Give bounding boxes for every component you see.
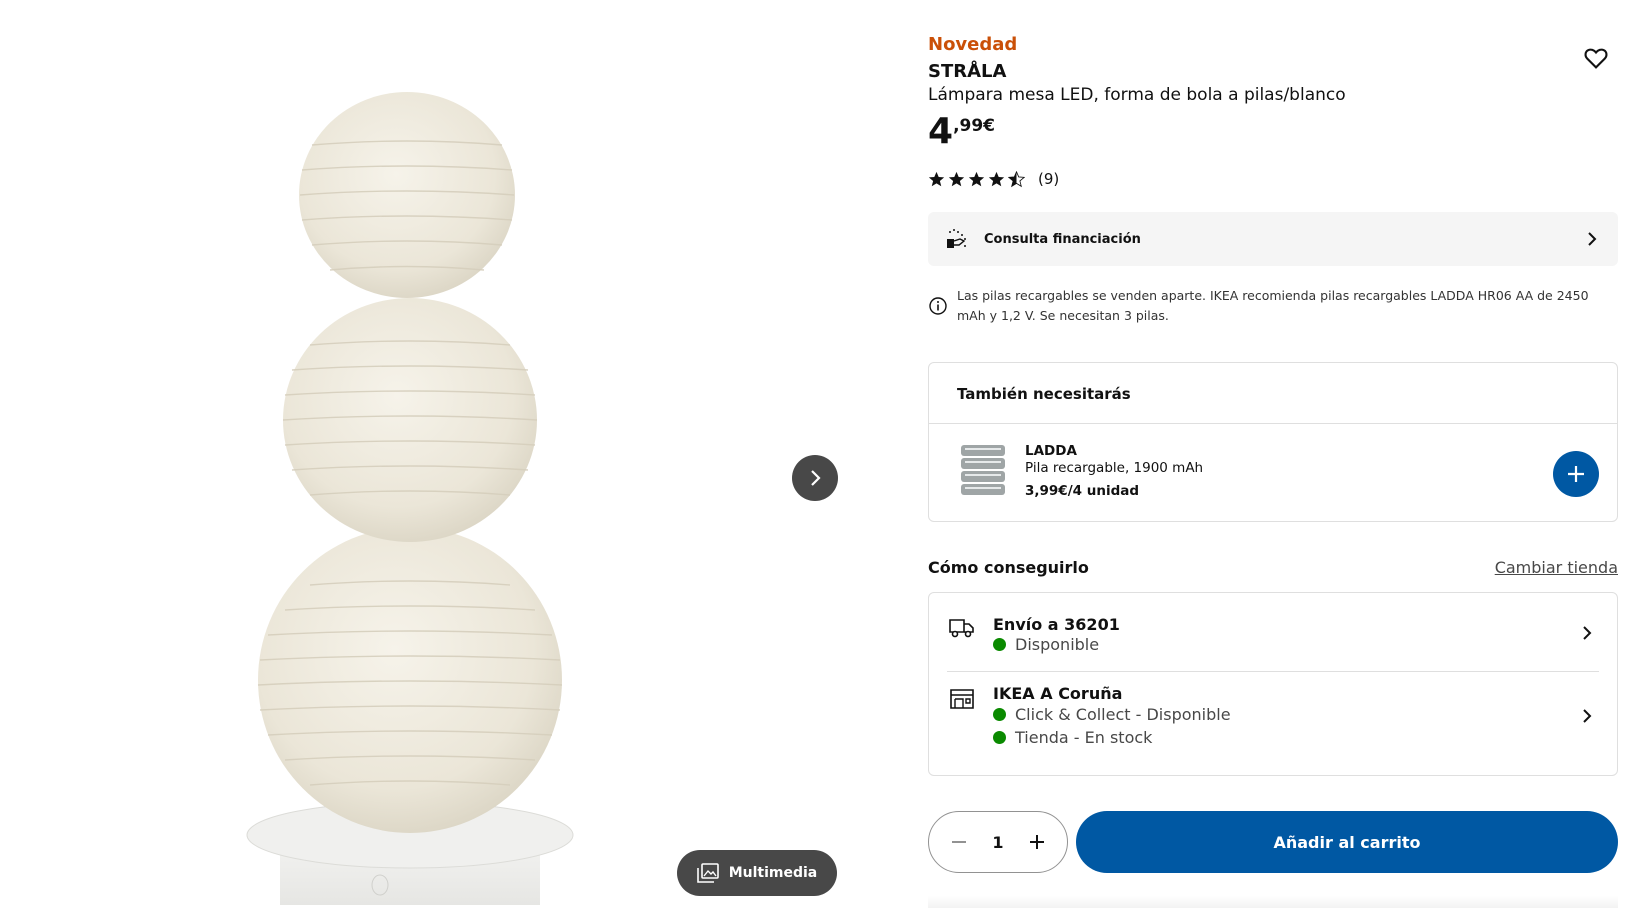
favourite-button[interactable] [1582, 44, 1610, 72]
accessory-price: 3,99€/4 unidad [1025, 483, 1140, 499]
in-store-text: Tienda - En stock [1015, 728, 1153, 747]
plus-icon[interactable] [1027, 832, 1047, 852]
review-count: (9) [1038, 170, 1060, 188]
available-dot [993, 731, 1006, 744]
add-accessory-button[interactable] [1553, 451, 1599, 497]
battery-product-image[interactable] [959, 443, 1007, 499]
financing-button[interactable]: Consulta financiación [928, 212, 1618, 266]
chevron-right-icon [1588, 232, 1597, 246]
shipping-option[interactable]: Envío a 36201 Disponible [929, 593, 1617, 671]
half-star-icon [1008, 170, 1025, 187]
product-image[interactable] [230, 45, 590, 905]
divider [929, 423, 1617, 424]
store-icon [950, 689, 974, 709]
chevron-right-icon [811, 470, 821, 486]
how-to-get-title: Cómo conseguirlo [928, 558, 1089, 577]
shipping-status: Disponible [993, 635, 1099, 654]
change-store-link[interactable]: Cambiar tienda [1495, 558, 1618, 577]
product-name[interactable]: STRÅLA [928, 61, 1006, 82]
store-title: IKEA A Coruña [993, 684, 1123, 703]
star-icon [948, 171, 965, 186]
also-need-card: También necesitarás LADDA Pila recargabl… [928, 362, 1618, 522]
info-icon [929, 297, 947, 315]
click-collect-status: Click & Collect - Disponible [993, 705, 1231, 724]
financing-label: Consulta financiación [984, 231, 1141, 247]
star-icon [928, 171, 945, 186]
quantity-stepper: 1 [928, 811, 1068, 873]
store-option[interactable]: IKEA A Coruña Click & Collect - Disponib… [929, 672, 1617, 775]
available-dot [993, 638, 1006, 651]
also-need-title: También necesitarás [957, 385, 1131, 403]
star-icon [968, 171, 985, 186]
accessory-description: Pila recargable, 1900 mAh [1025, 460, 1204, 476]
in-store-status: Tienda - En stock [993, 728, 1152, 747]
media-gallery-icon [696, 863, 719, 883]
product-description: Lámpara mesa LED, forma de bola a pilas/… [928, 85, 1346, 105]
battery-notice: Las pilas recargables se venden aparte. … [928, 286, 1618, 326]
availability-box: Envío a 36201 Disponible IKEA A Coruña C… [928, 592, 1618, 776]
battery-notice-text: Las pilas recargables se venden aparte. … [957, 288, 1589, 323]
heart-icon [1584, 48, 1608, 69]
product-info-panel: Novedad STRÅLA Lámpara mesa LED, forma d… [928, 0, 1618, 908]
shipping-status-text: Disponible [1015, 635, 1100, 654]
shipping-title: Envío a 36201 [993, 615, 1120, 634]
financing-icon [947, 229, 966, 248]
plus-icon [1568, 466, 1584, 482]
chevron-right-icon [1583, 709, 1592, 723]
star-icon [988, 171, 1005, 186]
product-price: 4 ,99€ [928, 112, 995, 152]
multimedia-label: Multimedia [728, 865, 818, 881]
truck-icon [949, 619, 974, 638]
next-image-button[interactable] [792, 455, 838, 501]
accessory-name[interactable]: LADDA [1025, 443, 1077, 459]
new-badge: Novedad [928, 34, 1018, 55]
price-decimal: ,99€ [953, 116, 996, 136]
available-dot [993, 708, 1006, 721]
click-collect-text: Click & Collect - Disponible [1015, 705, 1231, 724]
add-to-cart-button[interactable]: Añadir al carrito [1076, 811, 1618, 873]
multimedia-button[interactable]: Multimedia [677, 850, 837, 896]
price-integer: 4 [928, 111, 954, 152]
divider [928, 896, 1618, 908]
product-gallery: Multimedia [0, 0, 860, 908]
rating[interactable]: (9) [928, 170, 1059, 188]
chevron-right-icon [1583, 626, 1592, 640]
